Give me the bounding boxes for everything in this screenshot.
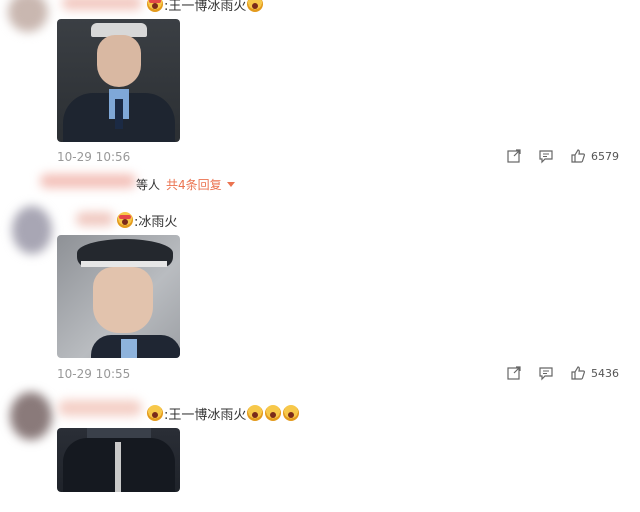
comment-text: :王一博冰雨火: [146, 403, 300, 423]
emoji-icon: [117, 212, 133, 228]
comment-text: :王一博冰雨火: [146, 0, 264, 14]
comment-image[interactable]: [57, 235, 180, 358]
share-icon[interactable]: [505, 147, 523, 165]
emoji-icon: [247, 405, 264, 421]
comment-image[interactable]: [57, 428, 180, 492]
username-blurred[interactable]: [62, 0, 142, 10]
username-blurred[interactable]: [58, 400, 142, 416]
comment-body: :王一博冰雨火: [164, 0, 247, 14]
emoji-icon: [265, 405, 282, 421]
reply-users-blurred[interactable]: [40, 174, 136, 188]
comment-actions: 5436: [505, 364, 619, 382]
comment-image[interactable]: [57, 19, 180, 142]
like-count: 5436: [591, 366, 619, 380]
emoji-icon: [147, 405, 163, 421]
like-icon[interactable]: [569, 147, 587, 165]
comment-icon[interactable]: [537, 147, 555, 165]
view-replies-link[interactable]: 共4条回复: [166, 176, 222, 193]
share-icon[interactable]: [505, 364, 523, 382]
comment-body: :王一博冰雨火: [164, 407, 247, 423]
comment-text: :冰雨火: [116, 210, 177, 230]
reply-summary: 等人 共4条回复: [136, 176, 235, 193]
reply-suffix: 等人: [136, 178, 161, 192]
emoji-icon: [247, 0, 264, 12]
avatar[interactable]: [12, 206, 52, 254]
emoji-icon: [283, 405, 300, 421]
avatar[interactable]: [8, 0, 48, 32]
comment-actions: 6579: [505, 147, 619, 165]
emoji-icon: [147, 0, 163, 12]
comment-icon[interactable]: [537, 364, 555, 382]
like-count: 6579: [591, 149, 619, 163]
username-blurred[interactable]: [76, 212, 114, 226]
like-icon[interactable]: [569, 364, 587, 382]
comment-body: :冰雨火: [134, 214, 178, 230]
timestamp: 10-29 10:56: [57, 150, 131, 164]
timestamp: 10-29 10:55: [57, 367, 131, 381]
avatar[interactable]: [10, 392, 52, 440]
dropdown-arrow-icon[interactable]: [226, 182, 235, 187]
